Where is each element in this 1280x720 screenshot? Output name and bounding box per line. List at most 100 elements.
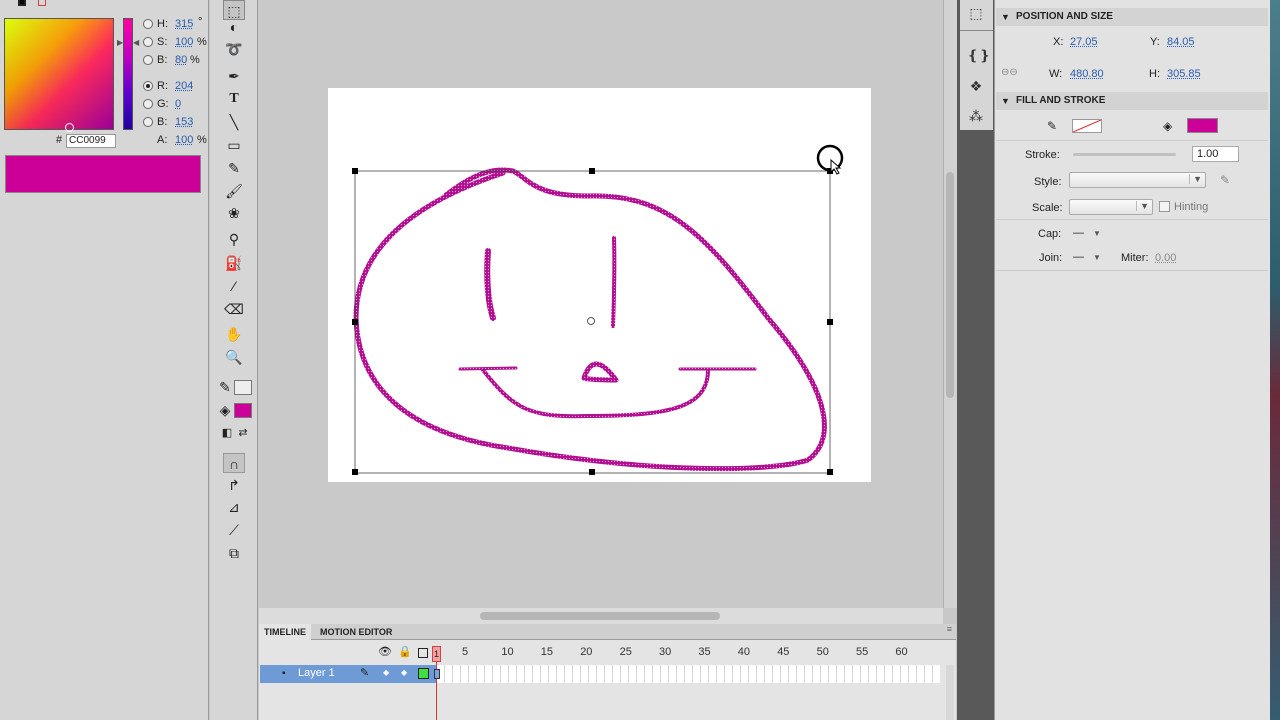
scale-icon[interactable]: ⧉ [223, 543, 245, 563]
alpha-value[interactable]: 100 [175, 134, 193, 146]
blue-value[interactable]: 153 [175, 116, 193, 128]
g-value[interactable]: 0 [175, 98, 181, 110]
scale-label: Scale: [1032, 202, 1063, 214]
visibility-dot[interactable]: ◆ [383, 668, 389, 677]
tab-motion-editor[interactable]: MOTION EDITOR [315, 624, 397, 640]
right-eye [611, 236, 617, 328]
style-dropdown[interactable]: ▼ [1069, 172, 1206, 188]
timeline-scrollbar[interactable] [946, 665, 954, 720]
hue-slider[interactable] [123, 18, 133, 130]
lock-all-icon[interactable]: 🔒 [398, 645, 412, 658]
chevron-down-icon: ▼ [1189, 174, 1202, 184]
rotate-skew-icon[interactable]: ⟋ [223, 520, 245, 540]
frame-number: 10 [501, 646, 514, 658]
join-chevron-down-icon[interactable]: ▼ [1093, 253, 1101, 262]
lock-dot[interactable]: ◆ [401, 668, 407, 677]
swap-colors-icon[interactable]: ⇄ [232, 423, 254, 443]
scale-dropdown[interactable]: ▼ [1069, 199, 1153, 215]
edit-stroke-style-icon[interactable]: ✎ [1220, 173, 1230, 187]
collapse-arrow-icon: ▼ [1001, 12, 1010, 22]
stroke-pencil-icon: ✎ [1047, 119, 1058, 133]
3d-rotation-tool-icon[interactable]: ◐ [223, 17, 245, 37]
w-value[interactable]: 480.80 [1070, 68, 1104, 80]
stroke-color-chip[interactable] [1072, 119, 1102, 133]
drawing-canvas[interactable] [328, 88, 871, 482]
current-color-swatch [5, 155, 201, 193]
blue-radio[interactable] [143, 117, 153, 127]
position-size-header[interactable]: ▼ POSITION AND SIZE [996, 8, 1268, 26]
stroke-slider[interactable] [1073, 153, 1176, 156]
paint-bucket-tool-icon[interactable]: ⛽ [223, 253, 245, 273]
r-value[interactable]: 204 [175, 80, 193, 92]
show-hide-all-icon[interactable]: 👁 [378, 645, 392, 658]
lock-aspect-icon[interactable]: ⊖⊖ [1001, 67, 1018, 78]
snap-to-objects-icon[interactable]: ∩ [223, 453, 245, 473]
hinting-checkbox[interactable] [1159, 201, 1170, 212]
playhead[interactable]: 1 [432, 646, 441, 662]
selection-bounding-box[interactable] [352, 168, 833, 475]
fill-stroke-header[interactable]: ▼ FILL AND STROKE [996, 92, 1268, 110]
cap-value[interactable]: — [1073, 227, 1084, 239]
brush-tool-icon[interactable]: 🖌 [223, 181, 245, 201]
color-spectrum[interactable] [4, 18, 114, 132]
stroke-label: Stroke: [1025, 149, 1060, 161]
layer-row[interactable]: ▪ Layer 1 ✎ ◆ ◆ [260, 665, 436, 683]
w-label: W: [1049, 68, 1063, 80]
keyframe[interactable] [434, 669, 440, 679]
tab-timeline[interactable]: TIMELINE [259, 624, 311, 640]
x-value[interactable]: 27.05 [1070, 36, 1098, 48]
s-radio[interactable] [143, 37, 153, 47]
components-panel-icon[interactable]: ⁂ [967, 107, 985, 125]
h-label: H: [157, 18, 168, 30]
cap-chevron-down-icon[interactable]: ▼ [1093, 229, 1101, 238]
pencil-tool-icon[interactable]: ✎ [223, 158, 245, 178]
join-value[interactable]: — [1073, 251, 1084, 263]
hue-slider-arrow-left: ▶ [117, 38, 124, 47]
left-eye [484, 248, 496, 321]
b-radio[interactable] [143, 55, 153, 65]
miter-value[interactable]: 0.00 [1155, 252, 1176, 264]
deco-tool-icon[interactable]: ❀ [223, 203, 245, 223]
frame-number: 25 [619, 646, 632, 658]
hand-tool-icon[interactable]: ✋ [223, 324, 245, 344]
bone-tool-icon[interactable]: ⚲ [223, 229, 245, 249]
panel-menu-icon[interactable]: ≡ [947, 624, 952, 634]
text-tool-icon[interactable]: T [223, 89, 245, 109]
b-value[interactable]: 80 [175, 54, 187, 66]
actions-panel-icon[interactable]: ❴❵ [967, 46, 990, 64]
r-radio[interactable] [143, 81, 153, 91]
rectangle-tool-icon[interactable]: ▭ [223, 135, 245, 155]
s-value[interactable]: 100 [175, 36, 193, 48]
color-panel-header-icons[interactable] [18, 0, 58, 10]
stroke-color-swatch[interactable] [234, 380, 252, 395]
transform-panel-icon[interactable]: ⬚ [967, 4, 985, 22]
horizontal-scroll-thumb[interactable] [480, 612, 720, 620]
outline-all-icon[interactable] [418, 648, 428, 658]
eraser-tool-icon[interactable]: ⌫ [223, 299, 245, 319]
smooth-icon[interactable]: ↱ [223, 475, 245, 495]
h-label: H: [1149, 68, 1160, 80]
fill-color-swatch[interactable] [234, 403, 252, 418]
stroke-input[interactable]: 1.00 [1192, 146, 1239, 162]
hinting-label: Hinting [1174, 201, 1209, 213]
zoom-tool-icon[interactable]: 🔍 [223, 347, 245, 367]
h-value[interactable]: 305.85 [1167, 68, 1201, 80]
hex-input[interactable]: CC0099 [66, 134, 116, 148]
layer-name[interactable]: Layer 1 [298, 667, 335, 679]
lasso-tool-icon[interactable]: ➰ [223, 39, 245, 59]
library-panel-icon[interactable]: ❖ [967, 77, 985, 95]
eyedropper-tool-icon[interactable]: ⁄ [223, 276, 245, 296]
g-radio[interactable] [143, 99, 153, 109]
straighten-icon[interactable]: ⊿ [223, 497, 245, 517]
vertical-scroll-thumb[interactable] [946, 172, 954, 398]
cap-label: Cap: [1038, 228, 1062, 240]
fill-color-chip[interactable] [1187, 118, 1218, 133]
pen-tool-icon[interactable]: ✒ [223, 66, 245, 86]
layer-outline-color[interactable] [418, 668, 429, 679]
h-radio[interactable] [143, 19, 153, 29]
h-value[interactable]: 315 [175, 18, 193, 30]
y-value[interactable]: 84.05 [1167, 36, 1195, 48]
line-tool-icon[interactable]: ╲ [223, 112, 245, 132]
layer-icon: ▪ [282, 668, 286, 679]
frames-row[interactable] [437, 665, 940, 683]
